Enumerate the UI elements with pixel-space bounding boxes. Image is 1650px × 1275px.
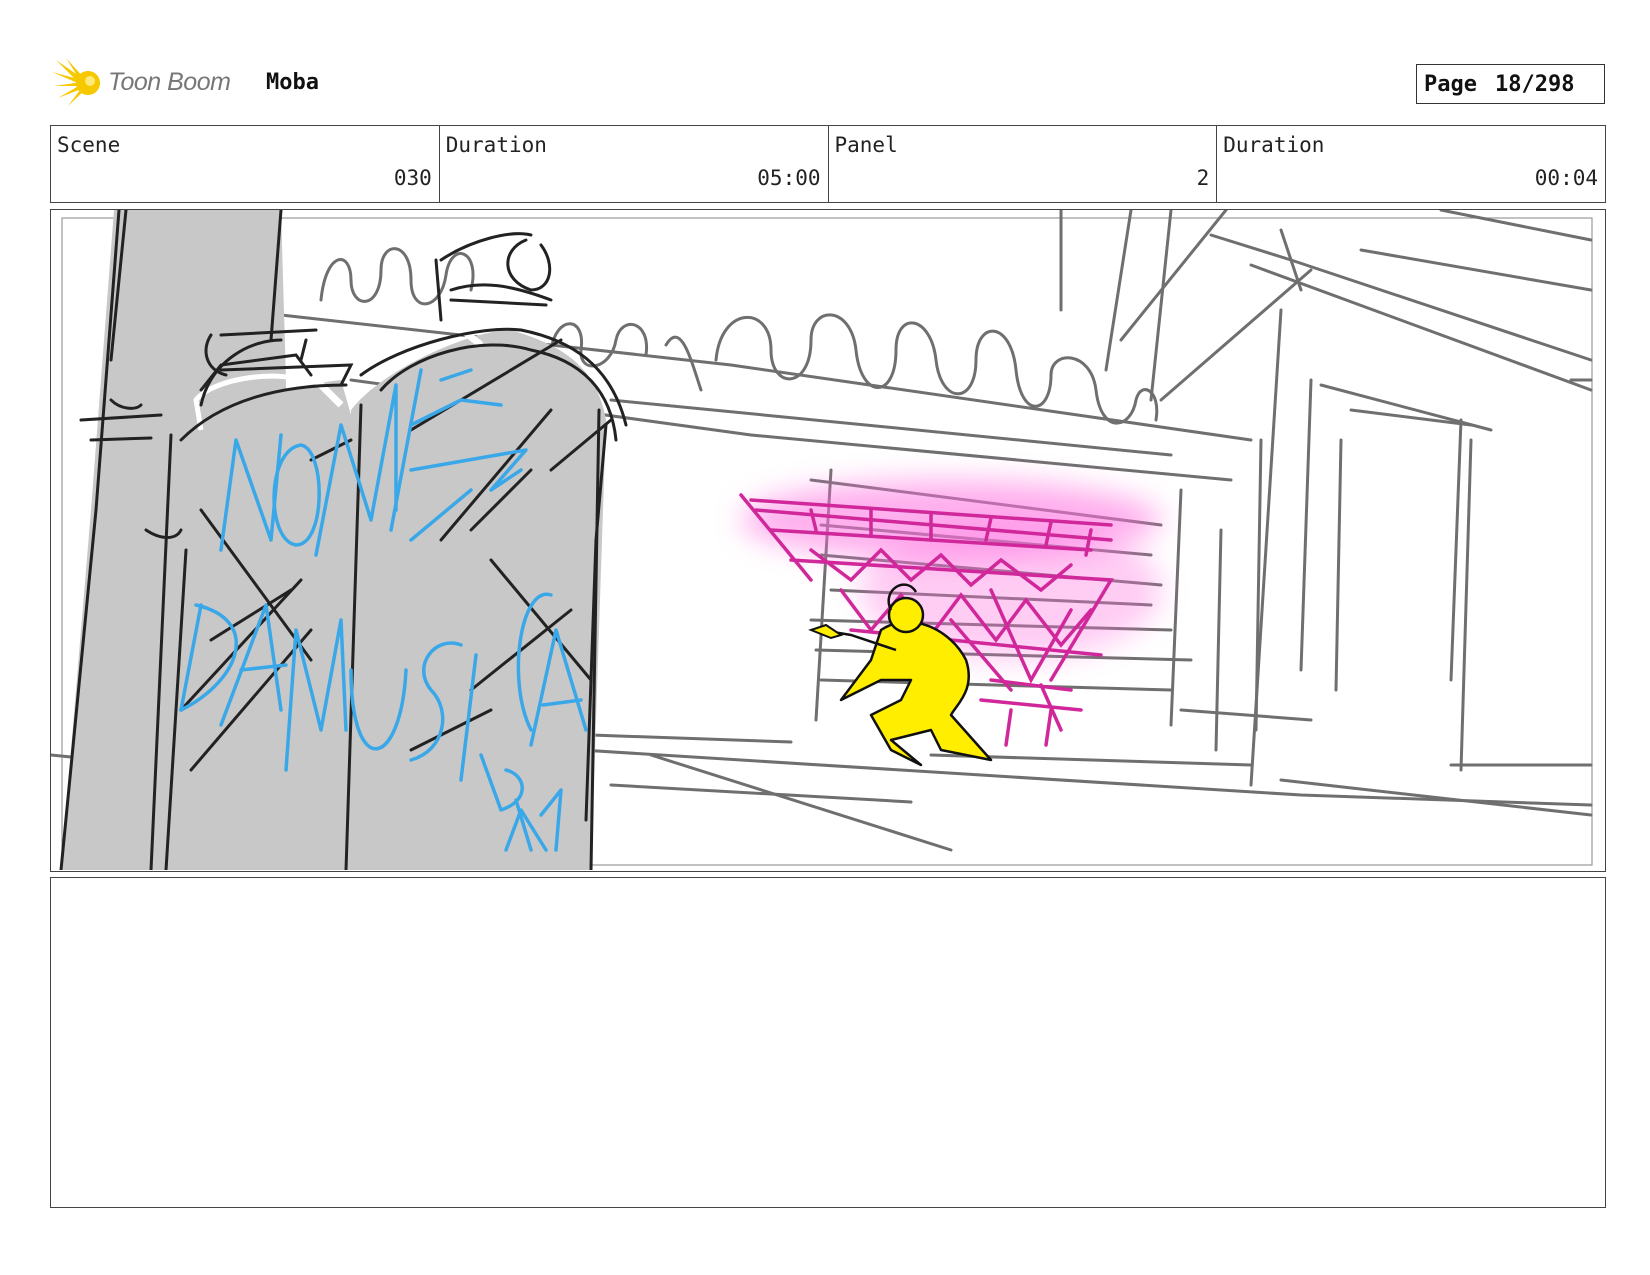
page-indicator: Page 18/298 [1416,64,1605,104]
canisters [61,210,606,870]
scene-value: 030 [393,166,432,190]
logo-wordmark: Toon Boom [108,68,231,96]
scene-duration-value: 05:00 [757,166,821,190]
scene-duration-label: Duration [445,133,547,157]
panel-label: Panel [834,133,898,157]
toon-boom-logo: Toon Boom [52,56,242,110]
scene-info-table: Scene 030 Duration 05:00 Panel 2 Duratio… [50,125,1606,203]
panel-duration-cell: Duration 00:04 [1217,126,1605,202]
panel-value: 2 [1196,166,1210,190]
scene-label: Scene [57,133,121,157]
panel-notes-box [50,877,1606,1208]
panel-duration-value: 00:04 [1534,166,1598,190]
panel-duration-label: Duration [1223,133,1325,157]
storyboard-panel [50,209,1606,872]
starburst-icon [52,58,100,106]
page-label: Page [1424,71,1477,97]
scene-cell: Scene 030 [51,126,440,202]
panel-cell: Panel 2 [829,126,1218,202]
scene-duration-cell: Duration 05:00 [440,126,829,202]
panel-sketch [51,210,1593,870]
page-number: 18/298 [1494,71,1575,97]
project-title: Moba [266,70,319,95]
